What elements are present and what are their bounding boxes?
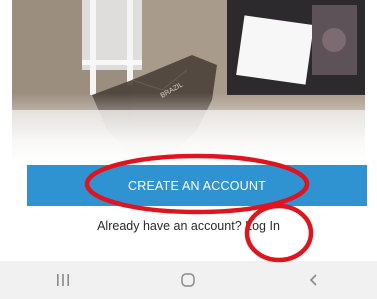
annotation-circle-login — [244, 203, 314, 263]
system-nav-bar — [0, 261, 377, 299]
back-icon — [310, 274, 317, 286]
recent-apps-button[interactable] — [33, 265, 93, 295]
home-icon — [181, 273, 196, 287]
recent-apps-icon — [56, 274, 69, 286]
login-prompt-text: Already have an accou — [97, 219, 225, 233]
login-prompt: Already have an account? Log In — [0, 219, 377, 233]
login-prompt-obscured-text: nt — [224, 219, 235, 233]
back-button[interactable] — [284, 265, 344, 295]
photograph-image — [227, 0, 365, 95]
login-prompt-question: ? — [234, 219, 242, 233]
hero-fade-overlay — [12, 93, 365, 163]
create-account-button[interactable]: CREATE AN ACCOUNT — [27, 165, 367, 206]
home-button[interactable] — [158, 265, 218, 295]
login-link[interactable]: Log In — [245, 219, 280, 233]
hero-image: BRAZIL — [12, 0, 365, 163]
